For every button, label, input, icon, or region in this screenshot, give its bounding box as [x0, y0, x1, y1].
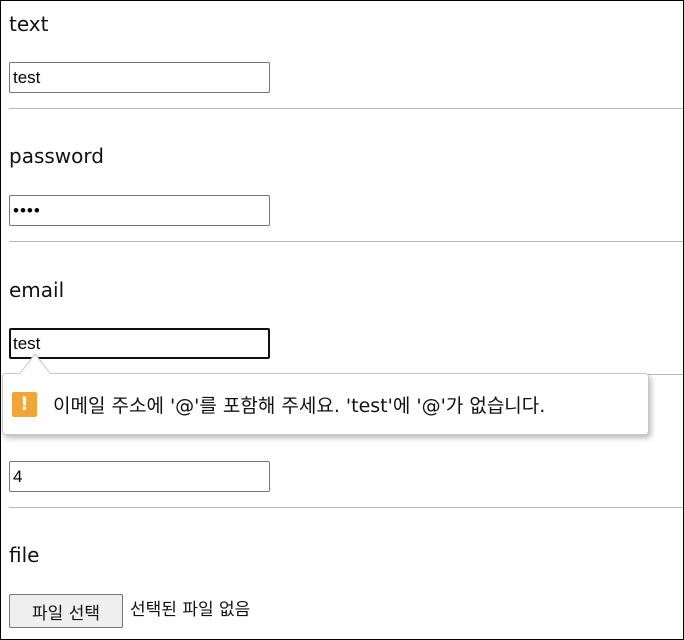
text-label: text — [9, 12, 49, 36]
validation-tooltip: ! 이메일 주소에 '@'를 포함해 주세요. 'test'에 '@'가 없습니… — [2, 373, 649, 435]
choose-file-button[interactable]: 파일 선택 — [9, 594, 123, 628]
text-input[interactable] — [9, 62, 270, 93]
file-status-text: 선택된 파일 없음 — [130, 600, 251, 620]
file-label: file — [9, 543, 40, 567]
divider — [9, 108, 683, 109]
number-input[interactable] — [9, 461, 270, 492]
tooltip-arrow-fill — [20, 355, 50, 374]
divider — [9, 507, 683, 508]
warning-icon: ! — [12, 391, 37, 417]
page-frame — [0, 0, 684, 640]
validation-message: 이메일 주소에 '@'를 포함해 주세요. 'test'에 '@'가 없습니다. — [53, 394, 546, 417]
password-label: password — [9, 144, 104, 168]
password-input[interactable] — [9, 195, 270, 226]
divider — [9, 241, 683, 242]
email-label: email — [9, 278, 65, 302]
